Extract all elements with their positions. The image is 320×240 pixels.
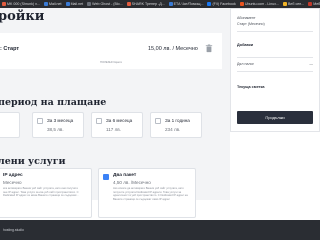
period-option-label: За 3 месеца	[47, 118, 74, 123]
bookmark-label: Mail.net	[48, 2, 62, 6]
total-label: Текуща сметка	[237, 85, 265, 89]
bookmark-favicon-icon	[43, 2, 48, 6]
bookmark-label: (F/I) Facebook	[212, 2, 236, 6]
bookmark-label: Ubuntu.com - Linux...	[244, 2, 280, 6]
bookmark-label: ЕТА Чат/Помощ...	[173, 2, 204, 6]
continue-button[interactable]: Продължи	[237, 111, 313, 124]
plan-note: ПОЛЕЗНИ Цвети	[99, 60, 123, 64]
trash-icon[interactable]	[205, 44, 213, 53]
bookmark-item[interactable]: ЕТА Чат/Помощ...	[167, 0, 206, 8]
addon-checkbox-checked[interactable]	[103, 174, 109, 186]
bookmark-item[interactable]: Ubuntu.com - Linux...	[238, 0, 281, 8]
bookmark-favicon-icon	[126, 2, 131, 6]
bookmark-favicon-icon	[239, 2, 244, 6]
footer-text: hosting.studio	[3, 228, 24, 232]
subscription-label: Абонамент	[237, 16, 256, 20]
addon-ip-address[interactable]: IP адрес Месечно ата активирате Вашия уе…	[0, 168, 92, 218]
plan-price: 15,00 лв. / Месечно	[148, 46, 198, 52]
tax-value: —	[309, 62, 313, 66]
checkmark-icon	[103, 182, 109, 186]
period-option-1[interactable]	[0, 112, 20, 138]
bookmark-favicon-icon	[168, 2, 173, 6]
bookmark-item[interactable]: MK 000 (Shrunk) x...	[0, 0, 42, 8]
bookmark-favicon-icon	[283, 2, 288, 6]
addon-price: Месечно	[3, 180, 22, 185]
bookmark-favicon-icon	[2, 2, 6, 6]
period-checkbox[interactable]	[155, 118, 161, 124]
divider	[237, 57, 313, 58]
bookmark-favicon-icon	[87, 2, 92, 6]
divider	[237, 71, 313, 72]
period-section-title: период на плащане	[0, 97, 107, 108]
bookmark-item[interactable]: Mail.net	[64, 0, 86, 8]
subscription-value: Старт (Месечно)	[237, 22, 265, 26]
bookmark-item[interactable]: SHARK Тренер -Д...	[125, 0, 167, 8]
bookmark-label: SHARK Тренер -Д...	[131, 2, 165, 6]
period-checkbox[interactable]	[96, 118, 102, 124]
footer: hosting.studio	[0, 220, 320, 240]
services-section-title: лени услуги	[0, 156, 66, 167]
plan-name: : Старт	[0, 46, 20, 52]
period-option-6-months[interactable]: За 6 месеца 117 лв.	[91, 112, 143, 138]
tax-label: Дял налог	[237, 62, 254, 66]
bookmark-label: Мебели Дизай...	[313, 2, 320, 6]
period-option-price: 234 лв.	[165, 127, 181, 132]
plan-card: : Старт 15,00 лв. / Месечно ПОЛЕЗНИ Цвет…	[0, 33, 222, 69]
bookmark-item[interactable]: Mail.net	[42, 0, 64, 8]
bookmark-favicon-icon	[65, 2, 70, 6]
bookmark-item[interactable]: Мебели Дизай...	[306, 0, 320, 8]
bookmark-item[interactable]: (F/I) Facebook	[205, 0, 237, 8]
period-option-3-months[interactable]: За 3 месеца 38,5 лв.	[32, 112, 84, 138]
bookmark-label: Веб сеп...	[288, 2, 305, 6]
period-checkbox[interactable]	[37, 118, 43, 124]
divider	[237, 31, 313, 32]
addon-price: 4,50 лв. /Месечно	[113, 180, 151, 185]
addon-two-pack[interactable]: Два пакет 4,50 лв. /Месечно Ако искате д…	[98, 168, 196, 218]
period-option-price: 38,5 лв.	[47, 127, 64, 132]
addon-title: Два пакет	[113, 173, 137, 178]
page-title: ройки	[0, 9, 45, 24]
addon-description: ата активирате Вашия уеб сайт услугата, …	[3, 187, 79, 198]
bookmark-favicon-icon	[207, 2, 212, 6]
period-option-label: За 1 година	[165, 118, 190, 123]
bookmark-label: Web Ghost - (Blo...	[92, 2, 123, 6]
addon-title: IP адрес	[3, 173, 23, 178]
bookmark-item[interactable]: Web Ghost - (Blo...	[85, 0, 125, 8]
bookmark-item[interactable]: Веб сеп...	[281, 0, 306, 8]
bookmark-label: Mail.net	[70, 2, 84, 6]
addon-description: Ако искате да активирате Вашия уеб сайт …	[113, 187, 188, 201]
order-summary: Абонамент Старт (Месечно) Добавки Дял на…	[230, 8, 320, 132]
bookmark-label: MK 000 (Shrunk) x...	[7, 2, 40, 6]
bookmark-favicon-icon	[308, 2, 313, 6]
period-option-1-year[interactable]: За 1 година 234 лв.	[150, 112, 202, 138]
period-option-price: 117 лв.	[106, 127, 121, 132]
additions-label: Добавки	[237, 43, 254, 47]
bookmarks-bar: MK 000 (Shrunk) x... Mail.net Mail.net Web …	[0, 0, 320, 8]
period-option-label: За 6 месеца	[106, 118, 133, 123]
